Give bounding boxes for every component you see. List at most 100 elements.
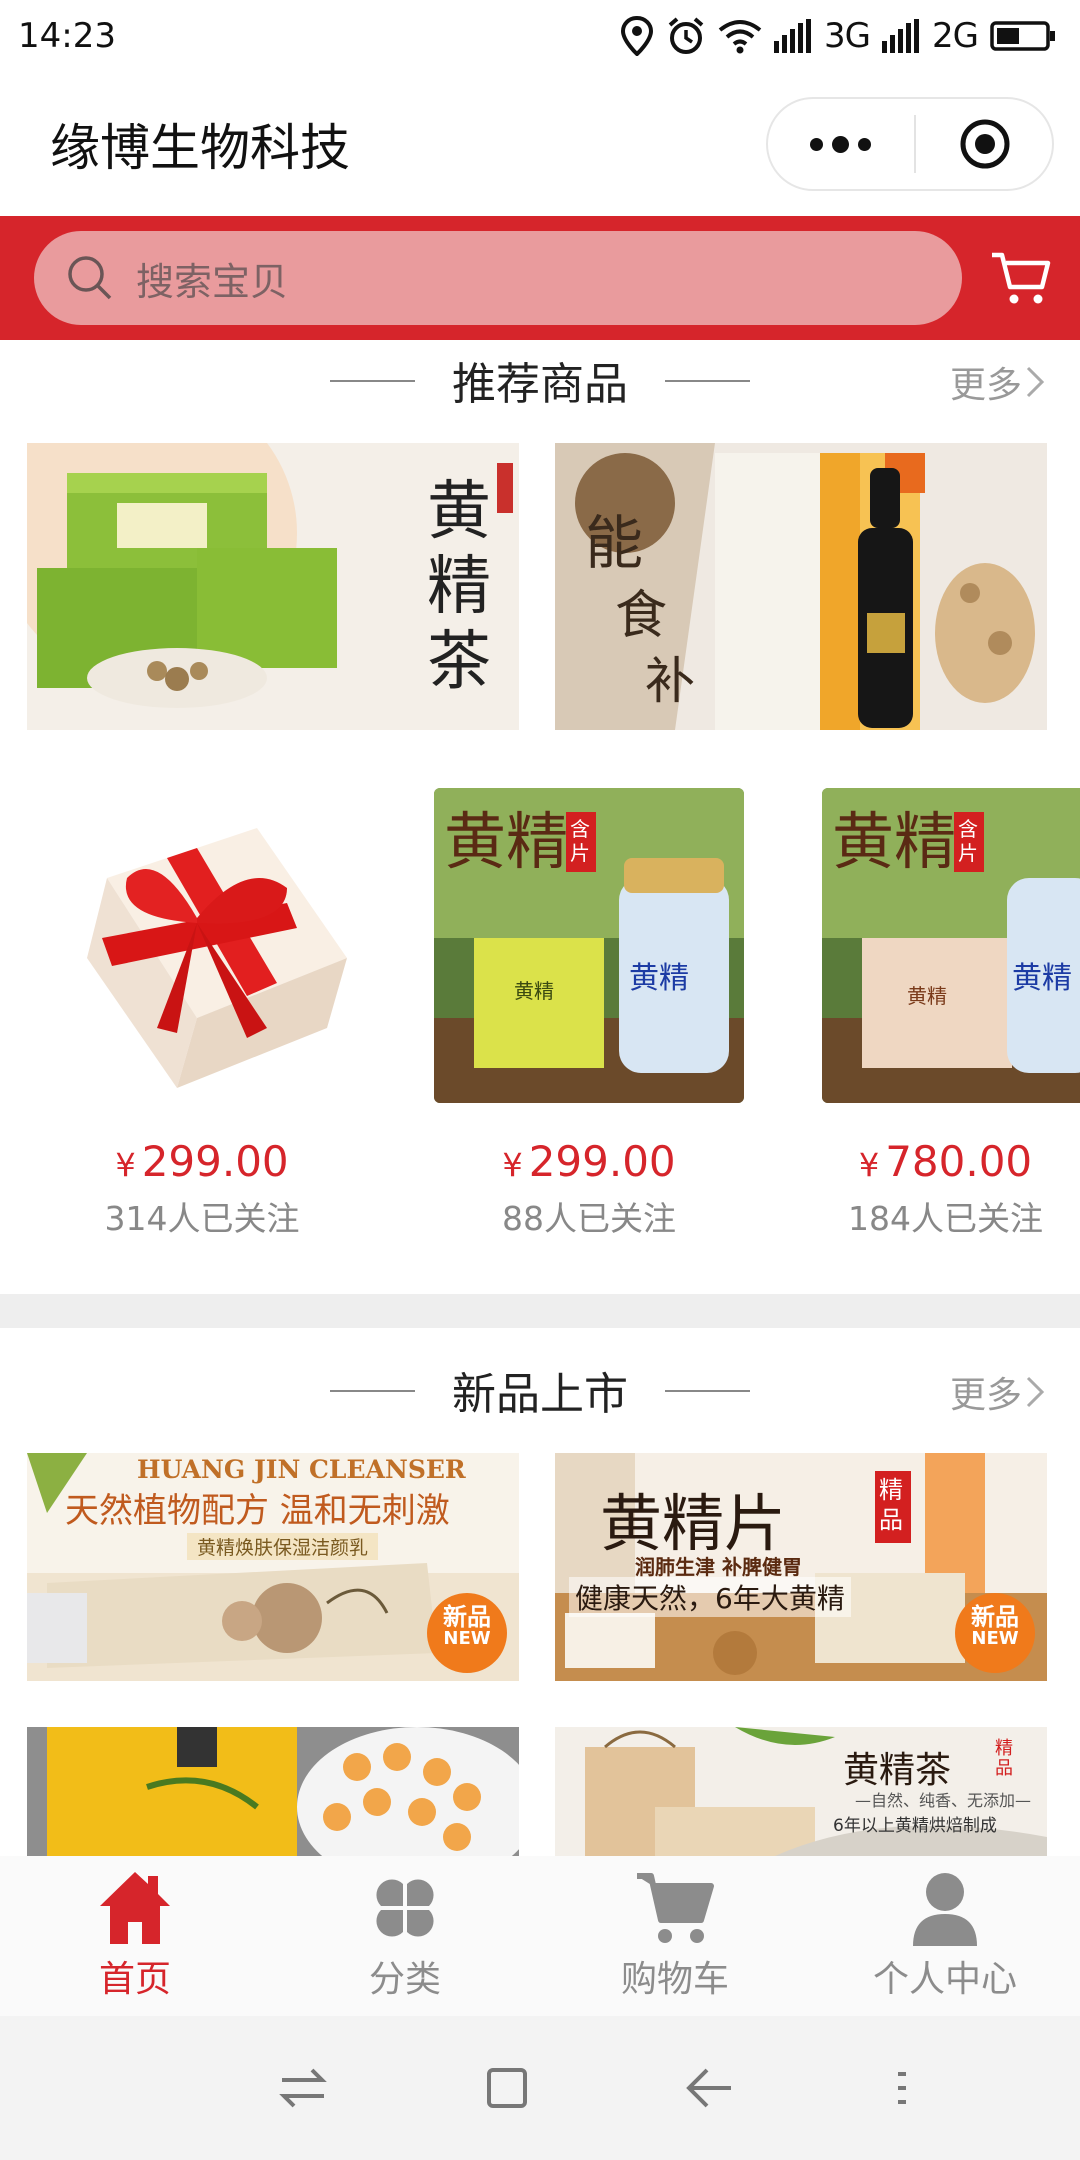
tablet-headline: 黄精片 bbox=[600, 1487, 787, 1560]
section-separator bbox=[0, 1294, 1080, 1328]
new-banner-huangjing-tea[interactable]: 黄精茶 精品 —自然、纯香、无添加— 6年以上黄精烘焙制成 bbox=[555, 1727, 1047, 1856]
svg-text:黄精: 黄精 bbox=[907, 984, 947, 1008]
svg-text:含: 含 bbox=[958, 817, 978, 841]
tab-category[interactable]: 分类 bbox=[270, 1856, 540, 2016]
more-options-button[interactable] bbox=[810, 135, 871, 153]
tablet-subtitle: 润肺生津 补脾健胃 bbox=[635, 1555, 802, 1579]
new-badge: 新品 NEW bbox=[443, 1603, 491, 1650]
search-input[interactable]: 搜索宝贝 bbox=[34, 231, 962, 325]
signal-icon-1 bbox=[774, 19, 812, 53]
product-price: ¥299.00 bbox=[502, 1137, 676, 1186]
new-banner-huangjing-tablet[interactable]: 黄精片 精品 润肺生津 补脾健胃 健康天然，6年大黄精 新品 NEW bbox=[555, 1453, 1047, 1681]
product-image-lozenge-pink: 黄精 含 片 黄精 黄精 bbox=[822, 788, 1080, 1103]
alarm-icon bbox=[668, 17, 704, 54]
product-followers: 314人已关注 bbox=[104, 1199, 300, 1238]
status-bar: 14:23 3G 2G bbox=[0, 0, 1080, 72]
svg-text:片: 片 bbox=[958, 841, 978, 865]
cleanser-headline: 天然植物配方 温和无刺激 bbox=[65, 1491, 450, 1531]
tablet-tag: 精品 bbox=[879, 1476, 903, 1534]
recommended-more-link[interactable]: 更多 bbox=[950, 356, 1046, 408]
switch-apps-icon[interactable] bbox=[278, 2066, 328, 2110]
menu-dots-icon[interactable] bbox=[892, 2066, 912, 2110]
product-image-gift bbox=[47, 788, 357, 1103]
tea-subtitle: —自然、纯香、无添加— bbox=[855, 1791, 1032, 1810]
svg-text:黄精: 黄精 bbox=[514, 979, 554, 1003]
svg-text:黄: 黄 bbox=[427, 475, 491, 549]
promo-banner-huangjing-tea[interactable]: 黄 精 茶 bbox=[27, 443, 519, 730]
product-price: ¥780.00 bbox=[858, 1137, 1033, 1186]
new-arrivals-title: 新品上市 bbox=[452, 1369, 628, 1420]
recommended-title: 推荐商品 bbox=[452, 359, 628, 410]
new-banner-candy[interactable] bbox=[27, 1727, 519, 1856]
tab-home[interactable]: 首页 bbox=[0, 1856, 270, 2016]
tab-label: 个人中心 bbox=[872, 1959, 1017, 2000]
tab-label: 购物车 bbox=[620, 1959, 729, 2000]
svg-text:精: 精 bbox=[427, 550, 491, 624]
tablet-line: 健康天然，6年大黄精 bbox=[569, 1577, 851, 1617]
close-miniprogram-icon[interactable] bbox=[958, 117, 1012, 171]
network-label-1: 3G bbox=[824, 16, 871, 56]
product-card-2[interactable]: 黄精 含 片 黄精 黄精 ¥299.00 88人已关注 bbox=[424, 788, 754, 1240]
battery-icon bbox=[990, 21, 1055, 51]
more-label: 更多 bbox=[949, 1375, 1022, 1416]
cart-icon[interactable] bbox=[990, 249, 1052, 307]
location-icon bbox=[621, 16, 654, 56]
system-navigation-bar bbox=[0, 2016, 1080, 2160]
home-icon bbox=[100, 1872, 170, 1944]
new-arrivals-section-header: 新品上市 更多 bbox=[0, 1350, 1080, 1430]
status-icons: 3G 2G bbox=[620, 16, 1056, 56]
svg-text:补: 补 bbox=[645, 652, 695, 710]
tab-profile[interactable]: 个人中心 bbox=[810, 1856, 1080, 2016]
new-banner-cleanser[interactable]: HUANG JIN CLEANSER 天然植物配方 温和无刺激 黄精焕肤保湿洁颜… bbox=[27, 1453, 519, 1681]
more-label: 更多 bbox=[949, 365, 1022, 406]
tea-headline: 黄精茶 bbox=[843, 1750, 952, 1791]
product-followers: 88人已关注 bbox=[502, 1199, 676, 1238]
tab-cart[interactable]: 购物车 bbox=[540, 1856, 810, 2016]
svg-text:片: 片 bbox=[570, 841, 590, 865]
promo-banner-huangjing-wine[interactable]: 能 食 补 bbox=[555, 443, 1047, 730]
product-price: ¥299.00 bbox=[115, 1137, 289, 1186]
wifi-icon bbox=[718, 20, 762, 54]
svg-text:能: 能 bbox=[585, 509, 643, 577]
svg-text:食: 食 bbox=[615, 586, 667, 646]
status-time: 14:23 bbox=[18, 16, 116, 56]
tea-tag: 精品 bbox=[995, 1738, 1013, 1779]
svg-text:黄精: 黄精 bbox=[832, 805, 956, 878]
signal-icon-2 bbox=[882, 19, 920, 53]
chevron-right-icon bbox=[1026, 1376, 1045, 1408]
tab-label: 分类 bbox=[368, 1959, 441, 2000]
svg-text:黄精: 黄精 bbox=[629, 961, 689, 996]
product-image-lozenge-yellow: 黄精 含 片 黄精 黄精 bbox=[434, 788, 744, 1103]
category-icon bbox=[376, 1879, 434, 1937]
cart-icon bbox=[637, 1873, 714, 1943]
cleanser-subtitle: 黄精焕肤保湿洁颜乳 bbox=[187, 1533, 379, 1560]
cleanser-headline-en: HUANG JIN CLEANSER bbox=[137, 1455, 466, 1484]
dot-icon bbox=[810, 137, 823, 151]
search-bar: 搜索宝贝 bbox=[0, 216, 1080, 340]
product-card-3[interactable]: 黄精 含 片 黄精 黄精 ¥780.00 184人已关注 bbox=[811, 788, 1080, 1240]
home-square-icon[interactable] bbox=[485, 2066, 529, 2110]
back-icon[interactable] bbox=[685, 2066, 735, 2110]
svg-text:含: 含 bbox=[570, 817, 590, 841]
recommended-section-header: 推荐商品 更多 bbox=[0, 340, 1080, 420]
tea-line: 6年以上黄精烘焙制成 bbox=[833, 1816, 997, 1836]
chevron-right-icon bbox=[1026, 366, 1045, 398]
product-followers: 184人已关注 bbox=[848, 1199, 1043, 1238]
dot-icon bbox=[858, 137, 871, 151]
search-placeholder: 搜索宝贝 bbox=[136, 259, 289, 304]
svg-text:黄精: 黄精 bbox=[1012, 961, 1072, 996]
bottom-tab-bar: 首页 分类 购物车 个人中心 bbox=[0, 1856, 1080, 2016]
app-title: 缘博生物科技 bbox=[50, 119, 350, 177]
dot-icon bbox=[832, 135, 849, 153]
person-icon bbox=[913, 1873, 977, 1946]
tab-label: 首页 bbox=[98, 1959, 171, 2000]
network-label-2: 2G bbox=[932, 16, 979, 56]
svg-text:茶: 茶 bbox=[427, 625, 491, 699]
svg-text:黄精: 黄精 bbox=[444, 805, 568, 878]
title-bar: 缘博生物科技 bbox=[0, 72, 1080, 216]
search-icon bbox=[68, 256, 112, 300]
new-badge: 新品 NEW bbox=[971, 1603, 1019, 1650]
new-arrivals-more-link[interactable]: 更多 bbox=[950, 1366, 1046, 1418]
capsule-divider bbox=[913, 115, 916, 173]
product-card-1[interactable]: ¥299.00 314人已关注 bbox=[37, 788, 367, 1240]
